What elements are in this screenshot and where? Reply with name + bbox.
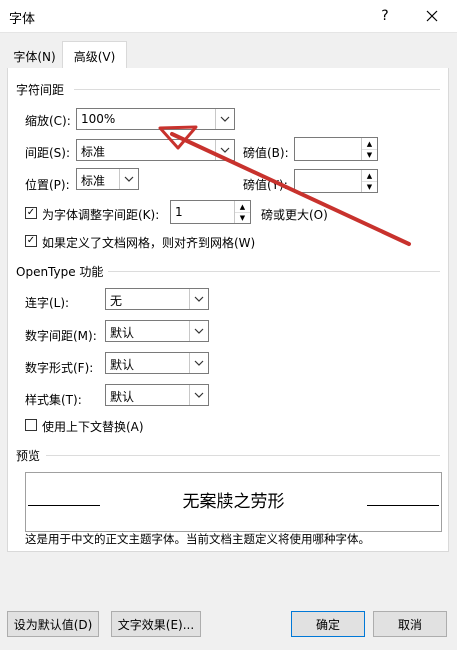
char-spacing-heading: 字符间距 <box>16 83 65 97</box>
preview-heading: 预览 <box>16 449 41 463</box>
chevron-down-icon[interactable] <box>189 353 208 373</box>
num-form-value: 默认 <box>110 358 135 372</box>
spacing-label: 间距(S): <box>25 146 71 160</box>
num-form-combo[interactable]: 默认 <box>105 352 209 374</box>
num-form-label: 数字形式(F): <box>25 361 94 375</box>
preview-box: 无案牍之劳形 <box>25 472 442 532</box>
check-icon: ✓ <box>26 207 36 218</box>
tab-font[interactable]: 字体(N) <box>7 44 62 68</box>
contextual-label: 使用上下文替换(A) <box>42 420 144 434</box>
preview-sample: 无案牍之劳形 <box>182 492 285 512</box>
spacing-combo[interactable]: 标准 <box>76 139 235 161</box>
num-spacing-combo[interactable]: 默认 <box>105 320 209 342</box>
scale-label: 缩放(C): <box>25 114 71 128</box>
grid-checkbox[interactable]: ✓ <box>25 235 37 247</box>
spacing-value: 标准 <box>81 145 106 159</box>
cancel-button[interactable]: 取消 <box>373 611 447 637</box>
spin-down-icon[interactable]: ▼ <box>235 212 250 223</box>
position-label: 位置(P): <box>25 178 70 192</box>
contextual-checkbox[interactable] <box>25 419 37 431</box>
position-combo[interactable]: 标准 <box>76 168 139 190</box>
spin-down-icon[interactable]: ▼ <box>362 181 377 192</box>
section-divider <box>108 271 440 272</box>
section-divider <box>74 89 440 90</box>
close-button[interactable] <box>409 0 455 32</box>
preview-description: 这是用于中文的正文主题字体。当前文档主题定义将使用哪种字体。 <box>25 532 370 546</box>
window-title: 字体 <box>9 12 36 27</box>
kerning-checkbox[interactable]: ✓ <box>25 207 37 219</box>
kerning-value: 1 <box>175 205 183 219</box>
style-set-combo[interactable]: 默认 <box>105 384 209 406</box>
num-spacing-label: 数字间距(M): <box>25 329 97 343</box>
section-divider <box>46 455 440 456</box>
chevron-down-icon[interactable] <box>189 385 208 405</box>
chevron-down-icon[interactable] <box>119 169 138 189</box>
text-effects-button[interactable]: 文字效果(E)... <box>111 611 201 637</box>
position-value: 标准 <box>81 174 106 188</box>
ligature-value: 无 <box>110 294 123 308</box>
spin-down-icon[interactable]: ▼ <box>362 149 377 160</box>
kerning-suffix: 磅或更大(O) <box>261 208 328 222</box>
style-set-value: 默认 <box>110 390 135 404</box>
position-pt-label: 磅值(Y): <box>243 178 288 192</box>
chevron-down-icon[interactable] <box>189 321 208 341</box>
kerning-stepper[interactable]: 1 ▲ ▼ <box>170 200 251 224</box>
kerning-label: 为字体调整字间距(K): <box>42 208 160 222</box>
chevron-down-icon[interactable] <box>215 140 234 160</box>
set-default-button[interactable]: 设为默认值(D) <box>7 611 99 637</box>
opentype-heading: OpenType 功能 <box>16 265 104 279</box>
ligature-combo[interactable]: 无 <box>105 288 209 310</box>
style-set-label: 样式集(T): <box>25 393 82 407</box>
spacing-pt-label: 磅值(B): <box>243 146 289 160</box>
scale-combo[interactable]: 100% <box>76 108 235 130</box>
close-icon <box>426 10 438 22</box>
preview-baseline-right <box>367 505 439 506</box>
chevron-down-icon[interactable] <box>215 109 234 129</box>
grid-label: 如果定义了文档网格，则对齐到网格(W) <box>42 236 256 250</box>
check-icon: ✓ <box>26 235 36 246</box>
ok-button[interactable]: 确定 <box>291 611 365 637</box>
scale-value: 100% <box>81 112 116 126</box>
num-spacing-value: 默认 <box>110 326 135 340</box>
tab-advanced[interactable]: 高级(V) <box>62 41 127 70</box>
chevron-down-icon[interactable] <box>189 289 208 309</box>
position-pt-stepper[interactable]: ▲ ▼ <box>294 169 378 193</box>
ligature-label: 连字(L): <box>25 296 70 310</box>
help-button[interactable]: ? <box>362 0 408 32</box>
spacing-pt-stepper[interactable]: ▲ ▼ <box>294 137 378 161</box>
